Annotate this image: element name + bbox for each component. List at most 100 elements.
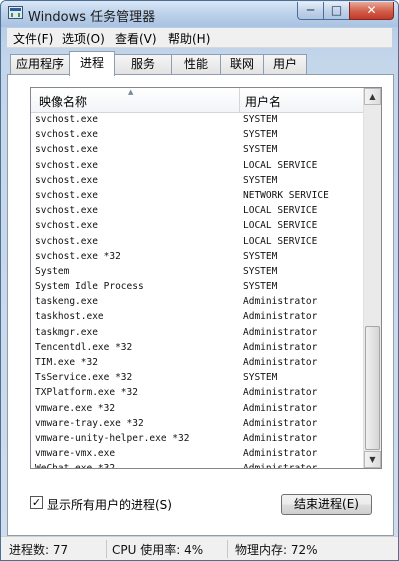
tab-users[interactable]: 用户	[263, 54, 307, 74]
minimize-button[interactable]: ─	[297, 2, 324, 20]
show-all-users-label[interactable]: 显示所有用户的进程(S)	[47, 496, 172, 513]
end-process-button[interactable]: 结束进程(E)	[281, 494, 372, 515]
process-image-name: TXPlatform.exe *32	[35, 387, 138, 399]
scrollbar-thumb[interactable]	[365, 326, 380, 450]
process-image-name: svchost.exe	[35, 235, 98, 247]
table-row[interactable]: WeChat.exe *32 Administrator	[31, 462, 364, 469]
process-image-name: TsService.exe *32	[35, 372, 133, 384]
show-all-users-checkbox[interactable]: ✓	[30, 496, 43, 509]
process-user-name: SYSTEM	[243, 144, 278, 156]
close-button[interactable]: ✕	[349, 2, 394, 20]
tab-services[interactable]: 服务	[114, 54, 172, 74]
table-row[interactable]: svchost.exe SYSTEM	[31, 174, 364, 189]
process-user-name: SYSTEM	[243, 114, 278, 125]
process-user-name: LOCAL SERVICE	[243, 235, 318, 247]
process-image-name: System	[35, 265, 70, 277]
process-image-name: vmware-unity-helper.exe *32	[35, 432, 190, 444]
process-image-name: vmware-tray.exe *32	[35, 417, 144, 429]
status-divider	[227, 540, 228, 558]
process-image-name: svchost.exe	[35, 114, 98, 125]
table-row[interactable]: taskhost.exe Administrator	[31, 310, 364, 325]
column-divider[interactable]	[239, 88, 240, 112]
table-row[interactable]: vmware-unity-helper.exe *32 Administrator	[31, 432, 364, 447]
tab-performance[interactable]: 性能	[171, 54, 221, 74]
menu-view[interactable]: 查看(V)	[115, 30, 157, 47]
process-list[interactable]: 映像名称 ▲ 用户名 svchost.exe SYSTEM svchost.exe S…	[30, 87, 382, 469]
task-manager-app-icon	[8, 6, 23, 19]
table-row[interactable]: vmware.exe *32 Administrator	[31, 402, 364, 417]
table-row[interactable]: svchost.exe SYSTEM	[31, 128, 364, 143]
process-image-name: vmware-vmx.exe	[35, 448, 116, 460]
menu-file[interactable]: 文件(F)	[13, 30, 53, 47]
tab-processes[interactable]: 进程	[69, 51, 115, 76]
process-user-name: SYSTEM	[243, 265, 278, 277]
table-row[interactable]: TIM.exe *32 Administrator	[31, 356, 364, 371]
table-row[interactable]: svchost.exe *32 SYSTEM	[31, 250, 364, 265]
table-row[interactable]: svchost.exe SYSTEM	[31, 143, 364, 158]
process-image-name: taskhost.exe	[35, 311, 104, 323]
process-user-name: Administrator	[243, 296, 318, 308]
menu-help[interactable]: 帮助(H)	[168, 30, 210, 47]
column-header-user-name[interactable]: 用户名	[245, 93, 281, 110]
process-user-name: LOCAL SERVICE	[243, 220, 318, 232]
process-user-name: Administrator	[243, 387, 318, 399]
process-image-name: svchost.exe	[35, 220, 98, 232]
process-rows: svchost.exe SYSTEM svchost.exe SYSTEM svchos…	[31, 113, 364, 469]
table-row[interactable]: taskmgr.exe Administrator	[31, 326, 364, 341]
table-row[interactable]: svchost.exe LOCAL SERVICE	[31, 219, 364, 234]
table-row[interactable]: svchost.exe SYSTEM	[31, 113, 364, 128]
table-row[interactable]: Tencentdl.exe *32 Administrator	[31, 341, 364, 356]
scroll-up-arrow-icon[interactable]: ▲	[364, 88, 381, 105]
table-row[interactable]: TsService.exe *32 SYSTEM	[31, 371, 364, 386]
column-header-image-name[interactable]: 映像名称	[39, 93, 87, 110]
table-row[interactable]: svchost.exe LOCAL SERVICE	[31, 204, 364, 219]
processes-panel: 映像名称 ▲ 用户名 svchost.exe SYSTEM svchost.exe S…	[7, 74, 394, 536]
process-user-name: Administrator	[243, 402, 318, 414]
process-user-name: LOCAL SERVICE	[243, 159, 318, 171]
scroll-down-arrow-icon[interactable]: ▼	[364, 451, 381, 468]
process-image-name: svchost.exe	[35, 189, 98, 201]
table-row[interactable]: vmware-tray.exe *32 Administrator	[31, 417, 364, 432]
table-row[interactable]: System SYSTEM	[31, 265, 364, 280]
table-row[interactable]: svchost.exe LOCAL SERVICE	[31, 159, 364, 174]
process-user-name: SYSTEM	[243, 174, 278, 186]
table-row[interactable]: TXPlatform.exe *32 Administrator	[31, 386, 364, 401]
task-manager-window: Windows 任务管理器 ─ □ ✕ 文件(F) 选项(O) 查看(V) 帮助…	[0, 0, 399, 561]
table-row[interactable]: svchost.exe NETWORK SERVICE	[31, 189, 364, 204]
process-user-name: SYSTEM	[243, 372, 278, 384]
process-user-name: LOCAL SERVICE	[243, 205, 318, 217]
sort-ascending-icon: ▲	[128, 88, 134, 96]
process-image-name: vmware.exe *32	[35, 402, 116, 414]
process-user-name: Administrator	[243, 417, 318, 429]
process-image-name: System Idle Process	[35, 281, 144, 293]
process-image-name: svchost.exe	[35, 174, 98, 186]
process-user-name: Administrator	[243, 463, 318, 469]
tab-networking[interactable]: 联网	[220, 54, 264, 74]
menu-options[interactable]: 选项(O)	[62, 30, 105, 47]
table-row[interactable]: System Idle Process SYSTEM	[31, 280, 364, 295]
process-user-name: Administrator	[243, 448, 318, 460]
process-user-name: SYSTEM	[243, 250, 278, 262]
process-user-name: Administrator	[243, 357, 318, 368]
process-user-name: Administrator	[243, 311, 318, 323]
tab-applications[interactable]: 应用程序	[10, 54, 70, 74]
process-user-name: Administrator	[243, 326, 318, 338]
process-user-name: Administrator	[243, 432, 318, 444]
tab-strip: 应用程序 进程 服务 性能 联网 用户	[7, 51, 394, 76]
status-process-count: 进程数: 77	[9, 543, 69, 557]
table-row[interactable]: taskeng.exe Administrator	[31, 295, 364, 310]
process-image-name: Tencentdl.exe *32	[35, 341, 133, 353]
process-image-name: svchost.exe	[35, 159, 98, 171]
table-row[interactable]: vmware-vmx.exe Administrator	[31, 447, 364, 462]
process-image-name: TIM.exe *32	[35, 357, 98, 368]
process-user-name: SYSTEM	[243, 129, 278, 141]
process-user-name: NETWORK SERVICE	[243, 189, 329, 201]
menu-bar: 文件(F) 选项(O) 查看(V) 帮助(H)	[7, 28, 392, 48]
process-user-name: SYSTEM	[243, 281, 278, 293]
status-bar: 进程数: 77 CPU 使用率: 4% 物理内存: 72%	[1, 536, 398, 560]
maximize-button[interactable]: □	[323, 2, 350, 20]
title-bar[interactable]: Windows 任务管理器 ─ □ ✕	[1, 1, 398, 27]
status-cpu-usage: CPU 使用率: 4%	[112, 543, 204, 557]
table-row[interactable]: svchost.exe LOCAL SERVICE	[31, 235, 364, 250]
vertical-scrollbar[interactable]: ▲ ▼	[363, 88, 381, 468]
